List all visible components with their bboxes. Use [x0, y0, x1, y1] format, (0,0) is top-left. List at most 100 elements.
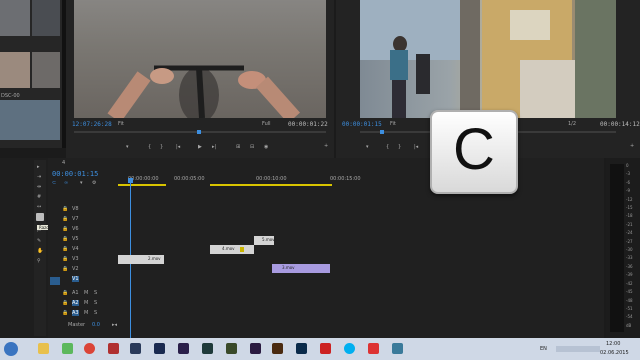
- project-thumb-1[interactable]: [0, 0, 30, 36]
- program-mark-out-icon[interactable]: {: [386, 144, 389, 150]
- track-v2[interactable]: 🔒 V2: [48, 266, 128, 276]
- program-video-frame[interactable]: [360, 0, 616, 118]
- media-encoder-icon[interactable]: [154, 343, 165, 354]
- utorrent-icon[interactable]: [62, 343, 73, 354]
- mark-out-icon[interactable]: {: [148, 144, 151, 150]
- after-effects-icon[interactable]: [178, 343, 189, 354]
- mute-icon[interactable]: M: [84, 290, 88, 296]
- master-value[interactable]: 0.0: [92, 322, 100, 328]
- track-v4[interactable]: 🔒 V4: [48, 246, 128, 256]
- work-area-bar-2[interactable]: [210, 184, 332, 186]
- play-icon[interactable]: ▶: [198, 144, 202, 150]
- premiere-icon[interactable]: [250, 343, 261, 354]
- filezilla-icon[interactable]: [108, 343, 119, 354]
- overwrite-icon[interactable]: ⊟: [250, 144, 254, 150]
- track-master[interactable]: Master 0.0 ▸◂: [48, 322, 128, 332]
- app-icon-5[interactable]: [130, 343, 141, 354]
- add-marker-icon[interactable]: ▾: [80, 180, 83, 186]
- track-v6[interactable]: 🔒 V6: [48, 226, 128, 236]
- tray-icons[interactable]: [556, 346, 600, 352]
- pen-tool-icon[interactable]: ✎: [37, 238, 41, 244]
- lock-icon[interactable]: 🔒: [62, 300, 68, 306]
- program-timecode-in[interactable]: 00:00:01:15: [342, 121, 382, 128]
- project-thumb-3[interactable]: [0, 52, 30, 88]
- chrome-icon[interactable]: [84, 343, 95, 354]
- program-add-button-icon[interactable]: +: [630, 143, 634, 149]
- master-end-icon[interactable]: ▸◂: [112, 322, 117, 328]
- source-fit-select[interactable]: Fit: [118, 121, 124, 127]
- program-go-to-in-icon[interactable]: }: [398, 144, 401, 150]
- time-ruler[interactable]: 00:00:00:00 00:00:05:00 00:00:10:00 00:0…: [118, 176, 608, 188]
- track-a3[interactable]: 🔒 A3 M S: [48, 310, 128, 320]
- explorer-icon[interactable]: [38, 343, 49, 354]
- timeline-tab[interactable]: 4: [62, 160, 65, 166]
- source-resolution-select[interactable]: Full: [262, 121, 271, 127]
- rolling-edit-tool-icon[interactable]: #: [37, 194, 41, 200]
- step-forward-icon[interactable]: ▸|: [212, 144, 216, 150]
- source-patch-v1[interactable]: [50, 277, 60, 285]
- track-v5[interactable]: 🔒 V5: [48, 236, 128, 246]
- track-v8[interactable]: 🔒 V8: [48, 206, 128, 216]
- snap-icon[interactable]: ⊂: [52, 180, 56, 186]
- lock-icon[interactable]: 🔒: [62, 256, 68, 262]
- source-video-frame[interactable]: [74, 0, 326, 118]
- lock-icon[interactable]: 🔒: [62, 266, 68, 272]
- rate-stretch-tool-icon[interactable]: ↔: [37, 204, 41, 210]
- project-thumb-5[interactable]: [0, 100, 60, 140]
- lock-icon[interactable]: 🔒: [62, 290, 68, 296]
- clock-time[interactable]: 12:00: [606, 341, 620, 347]
- clip-4mov[interactable]: 4.mov: [210, 245, 254, 254]
- track-v7[interactable]: 🔒 V7: [48, 216, 128, 226]
- step-back-icon[interactable]: |◂: [176, 144, 180, 150]
- track-v1[interactable]: V1: [48, 276, 128, 286]
- insert-icon[interactable]: ⊞: [236, 144, 240, 150]
- clip-2mov[interactable]: 2.mov: [118, 255, 164, 264]
- lock-icon[interactable]: 🔒: [62, 310, 68, 316]
- clip-3mov[interactable]: 3.mov: [272, 264, 330, 273]
- program-resolution-select[interactable]: 1/2: [568, 121, 576, 127]
- program-step-back-icon[interactable]: |◂: [414, 144, 418, 150]
- razor-tool-icon[interactable]: [36, 213, 44, 221]
- track-v3[interactable]: 🔒 V3: [48, 256, 128, 266]
- solo-icon[interactable]: S: [94, 310, 97, 316]
- lock-icon[interactable]: 🔒: [62, 246, 68, 252]
- playhead-handle-icon[interactable]: [128, 178, 133, 183]
- lock-icon[interactable]: 🔒: [62, 206, 68, 212]
- yandex-icon[interactable]: [320, 343, 331, 354]
- clip-5mov[interactable]: 5.mov: [254, 236, 275, 245]
- project-thumb-4[interactable]: [32, 52, 60, 88]
- source-add-button-icon[interactable]: +: [324, 143, 328, 149]
- lock-icon[interactable]: 🔒: [62, 226, 68, 232]
- track-select-tool-icon[interactable]: ⇥: [37, 174, 41, 180]
- program-mark-in-icon[interactable]: ▾: [366, 144, 369, 150]
- app-icon-17[interactable]: [392, 343, 403, 354]
- ripple-edit-tool-icon[interactable]: ⇹: [37, 184, 41, 190]
- selection-tool-icon[interactable]: ▸: [37, 164, 40, 170]
- track-a2[interactable]: 🔒 A2 M S: [48, 300, 128, 310]
- skype-icon[interactable]: [344, 343, 355, 354]
- mute-icon[interactable]: M: [84, 310, 88, 316]
- start-button-icon[interactable]: [4, 342, 18, 356]
- language-indicator[interactable]: EN: [540, 346, 547, 352]
- linked-selection-icon[interactable]: ∞: [64, 180, 68, 186]
- program-fit-select[interactable]: Fit: [390, 121, 396, 127]
- source-timecode-in[interactable]: 12:07:26:28: [72, 121, 112, 128]
- lock-icon[interactable]: 🔒: [62, 236, 68, 242]
- solo-icon[interactable]: S: [94, 290, 97, 296]
- bridge-icon[interactable]: [272, 343, 283, 354]
- app-icon-9[interactable]: [226, 343, 237, 354]
- clock-date[interactable]: 02.06.2015: [600, 350, 629, 356]
- program-playhead-icon[interactable]: [380, 130, 384, 134]
- export-frame-icon[interactable]: ◉: [264, 144, 268, 150]
- photoshop-icon[interactable]: [296, 343, 307, 354]
- timeline-settings-icon[interactable]: ⚙: [92, 180, 96, 186]
- solo-icon[interactable]: S: [94, 300, 97, 306]
- speedgrade-icon[interactable]: [202, 343, 213, 354]
- source-playhead-icon[interactable]: [197, 130, 201, 134]
- work-area-bar-1[interactable]: [118, 184, 166, 186]
- mute-icon[interactable]: M: [84, 300, 88, 306]
- track-area[interactable]: 2.mov 4.mov 5.mov 3.mov: [118, 206, 608, 336]
- hand-tool-icon[interactable]: ✋: [37, 248, 43, 254]
- go-to-in-icon[interactable]: }: [160, 144, 163, 150]
- mark-in-icon[interactable]: ▾: [126, 144, 129, 150]
